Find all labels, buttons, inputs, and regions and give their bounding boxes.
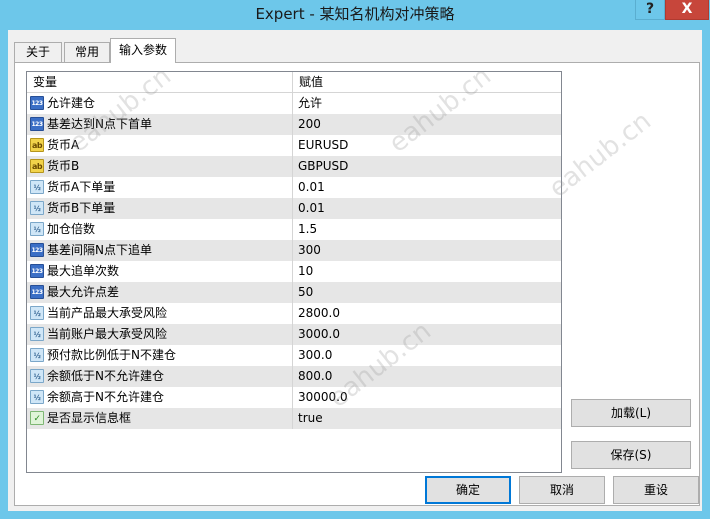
value-cell[interactable]: 800.0 bbox=[293, 366, 561, 387]
double-type-icon: ½ bbox=[30, 390, 44, 404]
variable-cell[interactable]: ½ 货币B下单量 bbox=[27, 198, 293, 219]
variable-cell[interactable]: 123 基差间隔N点下追单 bbox=[27, 240, 293, 261]
table-row[interactable]: 123 基差间隔N点下追单 300 bbox=[27, 240, 561, 261]
tab-inputs[interactable]: 输入参数 bbox=[110, 38, 176, 63]
string-type-icon: ab bbox=[30, 138, 44, 152]
close-button[interactable]: X bbox=[665, 0, 709, 20]
table-row[interactable]: ½ 当前产品最大承受风险 2800.0 bbox=[27, 303, 561, 324]
variable-name: 货币A bbox=[47, 138, 80, 152]
table-row[interactable]: 123 最大追单次数 10 bbox=[27, 261, 561, 282]
variable-cell[interactable]: ab 货币B bbox=[27, 156, 293, 177]
dialog-client: 关于 常用 输入参数 变量 赋值 123 允许建仓 允许 123 基差达到N点下首单 20… bbox=[8, 30, 702, 511]
variable-name: 货币B下单量 bbox=[47, 201, 116, 215]
double-type-icon: ½ bbox=[30, 327, 44, 341]
value-cell[interactable]: 200 bbox=[293, 114, 561, 135]
variable-cell[interactable]: 123 允许建仓 bbox=[27, 93, 293, 114]
double-type-icon: ½ bbox=[30, 369, 44, 383]
table-row[interactable]: ½ 当前账户最大承受风险 3000.0 bbox=[27, 324, 561, 345]
string-type-icon: ab bbox=[30, 159, 44, 173]
variable-cell[interactable]: ½ 货币A下单量 bbox=[27, 177, 293, 198]
double-type-icon: ½ bbox=[30, 306, 44, 320]
integer-type-icon: 123 bbox=[30, 96, 44, 110]
table-row[interactable]: ½ 货币A下单量 0.01 bbox=[27, 177, 561, 198]
value-cell[interactable]: 300 bbox=[293, 240, 561, 261]
grid-header: 变量 赋值 bbox=[27, 72, 561, 93]
variable-name: 货币B bbox=[47, 159, 80, 173]
integer-type-icon: 123 bbox=[30, 117, 44, 131]
double-type-icon: ½ bbox=[30, 180, 44, 194]
variable-cell[interactable]: ½ 当前产品最大承受风险 bbox=[27, 303, 293, 324]
tab-common[interactable]: 常用 bbox=[64, 42, 110, 62]
variable-name: 基差达到N点下首单 bbox=[47, 117, 152, 131]
double-type-icon: ½ bbox=[30, 348, 44, 362]
variable-name: 是否显示信息框 bbox=[47, 411, 132, 425]
table-row[interactable]: ½ 余额高于N不允许建仓 30000.0 bbox=[27, 387, 561, 408]
value-cell[interactable]: 允许 bbox=[293, 93, 561, 114]
variable-name: 最大追单次数 bbox=[47, 264, 120, 278]
table-row[interactable]: 123 允许建仓 允许 bbox=[27, 93, 561, 114]
value-cell[interactable]: EURUSD bbox=[293, 135, 561, 156]
dialog-window: Expert - 某知名机构对冲策略 ? X 关于 常用 输入参数 变量 赋值 … bbox=[0, 0, 710, 519]
variable-name: 货币A下单量 bbox=[47, 180, 116, 194]
integer-type-icon: 123 bbox=[30, 243, 44, 257]
integer-type-icon: 123 bbox=[30, 264, 44, 278]
table-row[interactable]: ab 货币A EURUSD bbox=[27, 135, 561, 156]
double-type-icon: ½ bbox=[30, 201, 44, 215]
value-cell[interactable]: 10 bbox=[293, 261, 561, 282]
variable-cell[interactable]: 123 基差达到N点下首单 bbox=[27, 114, 293, 135]
window-title: Expert - 某知名机构对冲策略 bbox=[255, 5, 455, 23]
table-row[interactable]: ½ 加仓倍数 1.5 bbox=[27, 219, 561, 240]
value-cell[interactable]: 0.01 bbox=[293, 198, 561, 219]
variable-name: 最大允许点差 bbox=[47, 285, 120, 299]
table-row[interactable]: ab 货币B GBPUSD bbox=[27, 156, 561, 177]
table-row[interactable]: ½ 货币B下单量 0.01 bbox=[27, 198, 561, 219]
variable-cell[interactable]: ½ 余额高于N不允许建仓 bbox=[27, 387, 293, 408]
title-bar[interactable]: Expert - 某知名机构对冲策略 ? X bbox=[0, 0, 710, 28]
variable-name: 余额低于N不允许建仓 bbox=[47, 369, 164, 383]
inputs-panel: 变量 赋值 123 允许建仓 允许 123 基差达到N点下首单 200 ab 货币A EURUS… bbox=[14, 62, 700, 506]
variable-name: 当前产品最大承受风险 bbox=[47, 306, 168, 320]
double-type-icon: ½ bbox=[30, 222, 44, 236]
save-button[interactable]: 保存(S) bbox=[571, 441, 691, 469]
reset-button[interactable]: 重设 bbox=[613, 476, 699, 504]
help-button[interactable]: ? bbox=[635, 0, 665, 20]
variable-name: 加仓倍数 bbox=[47, 222, 96, 236]
variable-cell[interactable]: ½ 加仓倍数 bbox=[27, 219, 293, 240]
variable-cell[interactable]: ½ 余额低于N不允许建仓 bbox=[27, 366, 293, 387]
integer-type-icon: 123 bbox=[30, 285, 44, 299]
value-cell[interactable]: 0.01 bbox=[293, 177, 561, 198]
variable-cell[interactable]: 123 最大追单次数 bbox=[27, 261, 293, 282]
ok-button[interactable]: 确定 bbox=[425, 476, 511, 504]
table-row[interactable]: ✓ 是否显示信息框 true bbox=[27, 408, 561, 429]
variable-cell[interactable]: ✓ 是否显示信息框 bbox=[27, 408, 293, 429]
value-cell[interactable]: 1.5 bbox=[293, 219, 561, 240]
value-cell[interactable]: 50 bbox=[293, 282, 561, 303]
table-row[interactable]: ½ 预付款比例低于N不建仓 300.0 bbox=[27, 345, 561, 366]
variable-name: 余额高于N不允许建仓 bbox=[47, 390, 164, 404]
cancel-button[interactable]: 取消 bbox=[519, 476, 605, 504]
table-row[interactable]: 123 基差达到N点下首单 200 bbox=[27, 114, 561, 135]
column-header-variable[interactable]: 变量 bbox=[27, 72, 293, 93]
variable-cell[interactable]: 123 最大允许点差 bbox=[27, 282, 293, 303]
variable-name: 预付款比例低于N不建仓 bbox=[47, 348, 176, 362]
parameters-grid: 变量 赋值 123 允许建仓 允许 123 基差达到N点下首单 200 ab 货币A EURUS… bbox=[26, 71, 562, 473]
variable-name: 允许建仓 bbox=[47, 96, 96, 110]
load-button[interactable]: 加载(L) bbox=[571, 399, 691, 427]
variable-cell[interactable]: ½ 当前账户最大承受风险 bbox=[27, 324, 293, 345]
bool-type-icon: ✓ bbox=[30, 411, 44, 425]
value-cell[interactable]: 3000.0 bbox=[293, 324, 561, 345]
variable-cell[interactable]: ab 货币A bbox=[27, 135, 293, 156]
tab-about[interactable]: 关于 bbox=[14, 42, 62, 62]
value-cell[interactable]: 2800.0 bbox=[293, 303, 561, 324]
table-row[interactable]: ½ 余额低于N不允许建仓 800.0 bbox=[27, 366, 561, 387]
variable-name: 基差间隔N点下追单 bbox=[47, 243, 152, 257]
table-row[interactable]: 123 最大允许点差 50 bbox=[27, 282, 561, 303]
value-cell[interactable]: 30000.0 bbox=[293, 387, 561, 408]
value-cell[interactable]: GBPUSD bbox=[293, 156, 561, 177]
variable-name: 当前账户最大承受风险 bbox=[47, 327, 168, 341]
variable-cell[interactable]: ½ 预付款比例低于N不建仓 bbox=[27, 345, 293, 366]
value-cell[interactable]: 300.0 bbox=[293, 345, 561, 366]
value-cell[interactable]: true bbox=[293, 408, 561, 429]
column-header-value[interactable]: 赋值 bbox=[293, 72, 561, 93]
